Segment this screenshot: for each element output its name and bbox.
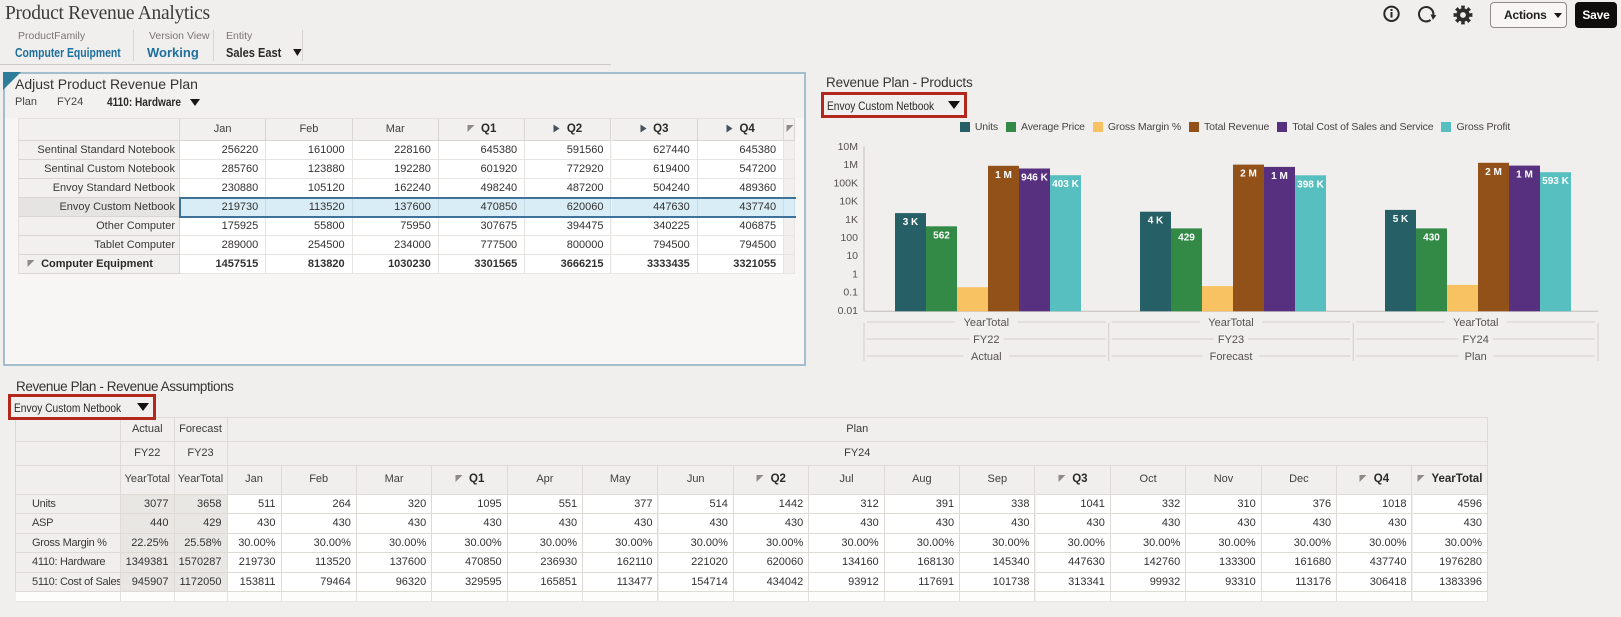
svg-text:5 K: 5 K (1393, 214, 1409, 225)
svg-text:YearTotal: YearTotal (1453, 317, 1498, 329)
svg-text:10: 10 (846, 250, 858, 262)
svg-text:2 M: 2 M (1240, 169, 1257, 180)
svg-text:430: 430 (1423, 232, 1440, 243)
svg-text:100: 100 (840, 232, 858, 244)
svg-text:Plan: Plan (1465, 351, 1487, 363)
svg-text:FY22: FY22 (973, 334, 999, 346)
svg-text:0.1: 0.1 (843, 287, 858, 299)
svg-text:429: 429 (1178, 232, 1195, 243)
svg-text:YearTotal: YearTotal (964, 317, 1009, 329)
svg-text:1 M: 1 M (995, 170, 1012, 181)
svg-text:FY23: FY23 (1218, 334, 1244, 346)
svg-text:1 M: 1 M (1271, 171, 1288, 182)
svg-text:4 K: 4 K (1148, 216, 1164, 227)
svg-text:3 K: 3 K (903, 217, 919, 228)
svg-text:946 K: 946 K (1021, 173, 1048, 184)
svg-text:562: 562 (933, 230, 950, 241)
svg-text:593 K: 593 K (1542, 176, 1569, 187)
svg-text:FY24: FY24 (1463, 334, 1489, 346)
svg-text:403 K: 403 K (1052, 179, 1079, 190)
svg-text:1: 1 (852, 268, 858, 280)
svg-text:100K: 100K (833, 177, 858, 189)
svg-text:2 M: 2 M (1485, 167, 1502, 178)
svg-text:10K: 10K (839, 196, 858, 208)
svg-text:Forecast: Forecast (1210, 351, 1253, 363)
svg-text:1M: 1M (843, 159, 858, 171)
svg-text:398 K: 398 K (1297, 179, 1324, 190)
svg-text:YearTotal: YearTotal (1208, 317, 1253, 329)
svg-text:Actual: Actual (971, 351, 1002, 363)
svg-text:10M: 10M (838, 141, 858, 153)
svg-text:1 M: 1 M (1516, 170, 1533, 181)
svg-text:1K: 1K (845, 214, 858, 226)
svg-text:0.01: 0.01 (838, 305, 859, 317)
